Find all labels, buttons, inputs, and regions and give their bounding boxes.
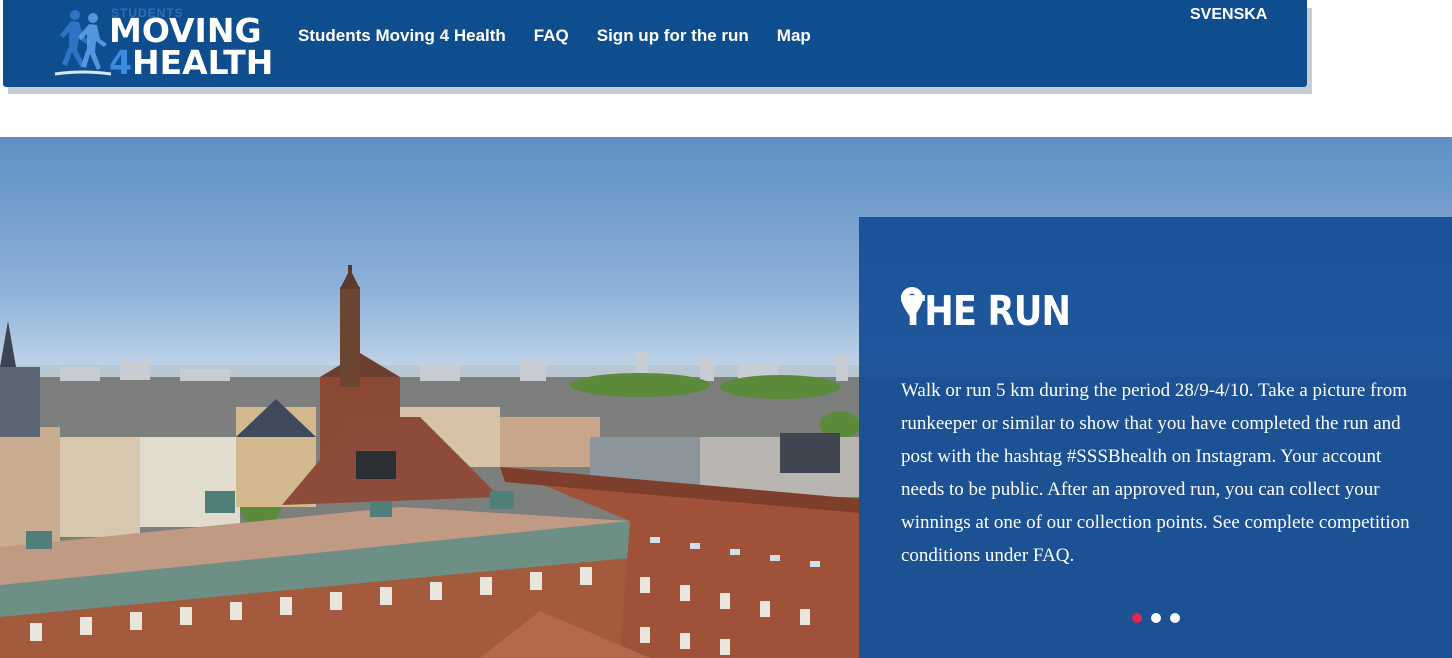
language-switch[interactable]: SVENSKA	[1190, 6, 1267, 24]
slider-dots	[1132, 613, 1180, 623]
panel-description: Walk or run 5 km during the period 28/9-…	[901, 380, 1410, 566]
nav-item-students-moving-4-health[interactable]: Students Moving 4 Health	[298, 26, 506, 46]
panel-title: THE RUN	[901, 287, 1071, 335]
nav-item-faq[interactable]: FAQ	[534, 26, 569, 46]
slider-dot-3[interactable]	[1170, 613, 1180, 623]
main-nav: Students Moving 4 Health FAQ Sign up for…	[298, 26, 839, 46]
site-header: STUDENTS MOVING 4HEALTH Students Moving …	[3, 0, 1307, 87]
nav-item-map[interactable]: Map	[777, 26, 811, 46]
logo-line-2: 4HEALTH	[109, 46, 273, 79]
slider-dot-1[interactable]	[1132, 613, 1142, 623]
nav-item-sign-up[interactable]: Sign up for the run	[597, 26, 749, 46]
site-logo[interactable]: STUDENTS MOVING 4HEALTH	[53, 6, 273, 80]
slider-dot-2[interactable]	[1151, 613, 1161, 623]
panel-header: THE RUN	[901, 287, 1098, 335]
hero-slider: THE RUN Walk or run 5 km during the peri…	[0, 137, 1452, 658]
logo-number: 4	[109, 43, 132, 82]
info-panel: THE RUN Walk or run 5 km during the peri…	[859, 217, 1452, 658]
runners-logo-icon	[54, 10, 112, 76]
logo-word: HEALTH	[131, 43, 274, 82]
